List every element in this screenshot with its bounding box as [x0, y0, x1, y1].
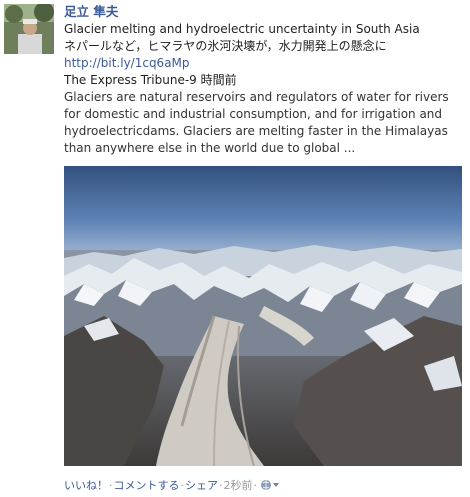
post-timestamp[interactable]: 2秒前 [224, 479, 253, 492]
post-headline: Glacier melting and hydroelectric uncert… [64, 22, 420, 36]
author-name[interactable]: 足立 隼夫 [64, 3, 464, 20]
post-body: 足立 隼夫 Glacier melting and hydroelectric … [64, 3, 464, 157]
post-link[interactable]: http://bit.ly/1cq6aMp [64, 55, 464, 72]
like-link[interactable]: いいね！ [64, 479, 108, 492]
post-japanese-summary: ネパールなど，ヒマラヤの氷河決壊が，水力開発上の懸念に [64, 39, 387, 53]
post-source: The Express Tribune-9 時間前 [64, 73, 237, 87]
comment-link[interactable]: コメントする [114, 479, 180, 492]
separator: · [219, 479, 223, 492]
share-link[interactable]: シェア [185, 479, 218, 492]
separator: · [109, 479, 113, 492]
avatar[interactable] [4, 4, 54, 54]
separator: · [180, 479, 185, 492]
post-actions: いいね！·コメントする·シェア·2秒前· [64, 477, 280, 494]
glacier-photo[interactable] [64, 166, 462, 466]
separator: · [253, 479, 258, 492]
globe-icon[interactable] [260, 479, 280, 494]
post-description: Glaciers are natural reservoirs and regu… [64, 90, 449, 155]
feed-post: 足立 隼夫 Glacier melting and hydroelectric … [0, 0, 470, 497]
